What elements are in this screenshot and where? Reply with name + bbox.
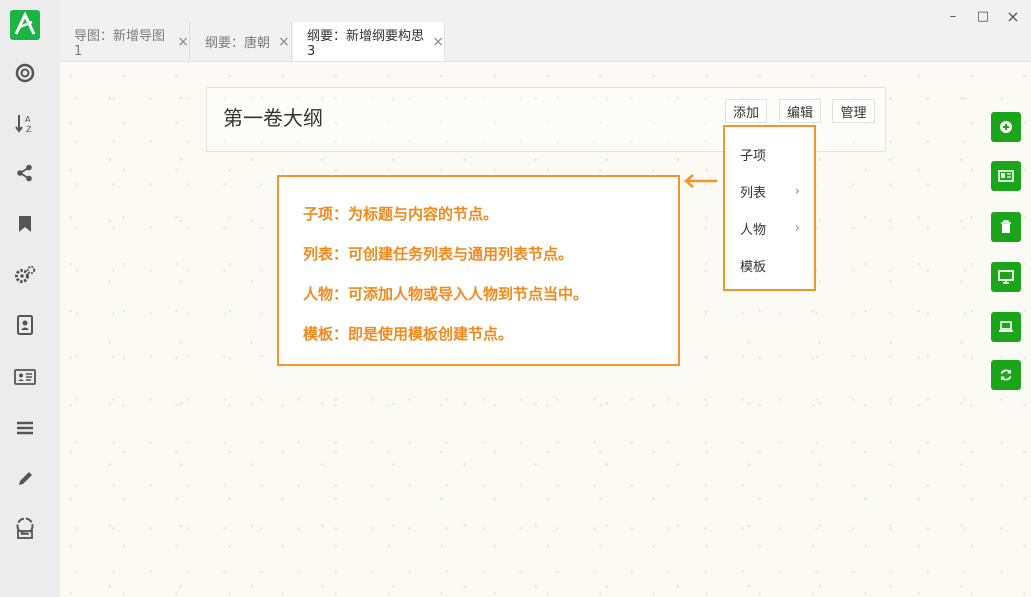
tab-outline-3[interactable]: 纲要：新增纲要构思3 × [293, 22, 445, 61]
chevron-right-icon: › [794, 184, 800, 199]
recycle-bin-icon[interactable] [13, 516, 37, 540]
refresh-button[interactable] [991, 360, 1021, 390]
chevron-right-icon: › [794, 221, 800, 236]
tab-close-icon[interactable]: × [278, 34, 290, 50]
manage-button[interactable]: 管理 [832, 99, 875, 123]
tab-label: 导图：新增导图1 [74, 28, 166, 59]
add-circle-button[interactable] [991, 112, 1021, 142]
id-card-icon[interactable] [13, 365, 37, 389]
tab-close-icon[interactable]: × [177, 34, 189, 50]
app-logo-icon [10, 10, 40, 40]
tab-close-icon[interactable]: × [432, 34, 444, 50]
tab-label: 纲要：新增纲要构思3 [307, 28, 425, 59]
window-maximize-button[interactable]: □ [973, 6, 993, 26]
add-circle-icon [1000, 121, 1012, 133]
svg-text:Z: Z [26, 125, 32, 134]
trash-icon [1001, 220, 1011, 233]
callout-line: 子项：为标题与内容的节点。 [303, 205, 499, 223]
tab-label: 纲要：唐朝 [205, 36, 271, 51]
svg-text:A: A [25, 115, 31, 124]
bookmark-icon[interactable] [13, 212, 37, 236]
tab-bar: 导图：新增导图1 × 纲要：唐朝 × 纲要：新增纲要构思3 × – □ × [60, 0, 1031, 62]
card-icon [998, 170, 1014, 182]
refresh-icon [1000, 369, 1012, 381]
edit-button[interactable]: 编辑 [779, 99, 821, 123]
left-sidebar: AZ [0, 0, 60, 597]
tab-outline-tang[interactable]: 纲要：唐朝 × [191, 22, 292, 61]
gears-icon[interactable] [13, 263, 37, 287]
menu-item-character[interactable]: 人物 › [740, 219, 800, 238]
menu-item-template[interactable]: 模板 [740, 256, 800, 275]
window-minimize-button[interactable]: – [943, 6, 963, 26]
callout-line: 模板：即是使用模板创建节点。 [303, 325, 514, 343]
add-dropdown-menu: 子项 列表 › 人物 › 模板 [723, 125, 816, 291]
menu-item-label: 子项 [740, 149, 767, 164]
add-button[interactable]: 添加 [725, 99, 767, 123]
outline-title[interactable]: 第一卷大纲 [223, 102, 323, 131]
arrow-left-icon [684, 174, 717, 188]
laptop-button[interactable] [991, 312, 1021, 342]
window-close-button[interactable]: × [1003, 6, 1023, 26]
menu-item-list[interactable]: 列表 › [740, 182, 800, 201]
callout-line: 列表：可创建任务列表与通用列表节点。 [303, 245, 574, 263]
callout-line: 人物：可添加人物或导入人物到节点当中。 [303, 285, 589, 303]
card-button[interactable] [991, 161, 1021, 191]
sort-az-icon[interactable]: AZ [13, 111, 37, 135]
menu-item-label: 模板 [740, 260, 767, 275]
tab-mindmap-1[interactable]: 导图：新增导图1 × [60, 22, 190, 61]
menu-item-label: 列表 [740, 186, 767, 201]
laptop-icon [999, 321, 1013, 332]
pencil-icon[interactable] [13, 467, 37, 491]
delete-button[interactable] [991, 212, 1021, 242]
list-icon[interactable] [13, 416, 37, 440]
menu-item-label: 人物 [740, 223, 767, 238]
outline-canvas: 第一卷大纲 添加 编辑 管理 子项 列表 › 人物 › 模板 子项：为标题与内容… [60, 62, 1031, 597]
menu-item-subitem[interactable]: 子项 [740, 145, 800, 164]
monitor-button[interactable] [991, 262, 1021, 292]
share-icon[interactable] [13, 161, 37, 185]
lifebuoy-icon[interactable] [13, 61, 37, 85]
contacts-book-icon[interactable] [13, 313, 37, 337]
monitor-icon [998, 270, 1014, 284]
help-callout: 子项：为标题与内容的节点。 列表：可创建任务列表与通用列表节点。 人物：可添加人… [277, 175, 680, 366]
